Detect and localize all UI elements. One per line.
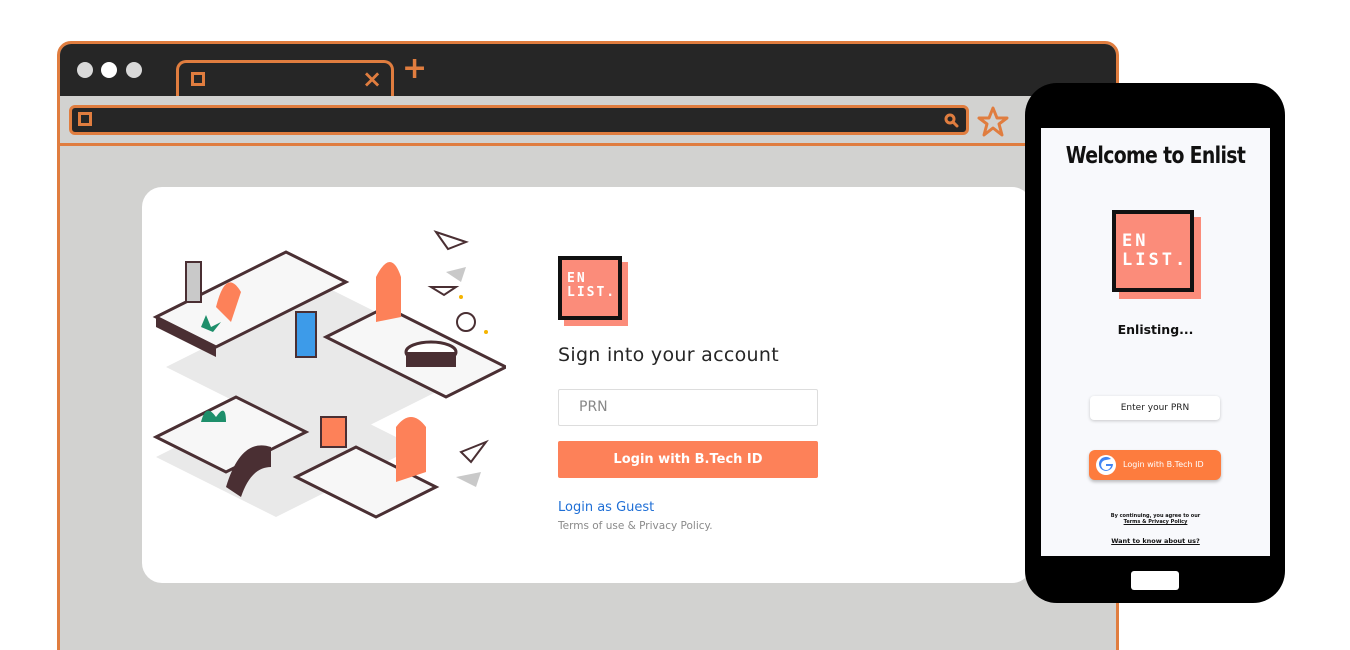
- window-minimize-dot-icon[interactable]: [101, 62, 117, 78]
- mobile-login-button-label: Login with B.Tech ID: [1123, 460, 1204, 469]
- login-card: EN LIST. Sign into your account PRN Logi…: [142, 187, 1032, 583]
- browser-toolbar: [60, 96, 1116, 146]
- plus-icon[interactable]: +: [402, 54, 427, 84]
- guest-login-link[interactable]: Login as Guest: [558, 500, 654, 515]
- policy-link[interactable]: Terms & Privacy Policy: [1041, 519, 1270, 525]
- enlist-logo: EN LIST.: [558, 256, 622, 320]
- mobile-logo-text-line1: EN: [1122, 231, 1149, 251]
- google-icon: [1096, 455, 1116, 475]
- mobile-logo-text-line2: LIST.: [1122, 250, 1189, 270]
- tab-page-icon: [191, 72, 205, 86]
- prn-input[interactable]: PRN: [558, 389, 818, 426]
- logo-text-line1: EN: [567, 271, 587, 286]
- page-icon: [78, 112, 92, 126]
- logo-text-line2: LIST.: [567, 285, 617, 300]
- window-close-dot-icon[interactable]: [77, 62, 93, 78]
- phone-home-button[interactable]: [1131, 571, 1179, 590]
- isometric-office-illustration: [152, 230, 506, 519]
- agreement-text: By continuing, you agree to our Terms & …: [1041, 513, 1270, 525]
- phone-screen: Welcome to Enlist EN LIST. Enlisting... …: [1041, 128, 1270, 556]
- terms-link[interactable]: Terms of use & Privacy Policy.: [558, 520, 713, 532]
- mobile-page-title: Welcome to Enlist: [1065, 143, 1246, 169]
- browser-titlebar: × +: [60, 44, 1116, 96]
- search-icon[interactable]: [942, 111, 960, 129]
- about-us-link[interactable]: Want to know about us?: [1041, 537, 1270, 545]
- mobile-enlist-logo: EN LIST.: [1112, 210, 1194, 292]
- mobile-prn-input[interactable]: Enter your PRN: [1090, 396, 1220, 420]
- address-bar[interactable]: [69, 105, 969, 135]
- login-button[interactable]: Login with B.Tech ID: [558, 441, 818, 478]
- page-title: Sign into your account: [558, 344, 779, 366]
- star-icon[interactable]: [976, 105, 1010, 139]
- phone-frame: Welcome to Enlist EN LIST. Enlisting... …: [1025, 83, 1285, 603]
- mobile-login-button[interactable]: Login with B.Tech ID: [1089, 450, 1221, 480]
- browser-tab[interactable]: ×: [176, 60, 394, 96]
- status-text: Enlisting...: [1117, 322, 1194, 337]
- close-icon[interactable]: ×: [362, 65, 382, 93]
- window-maximize-dot-icon[interactable]: [126, 62, 142, 78]
